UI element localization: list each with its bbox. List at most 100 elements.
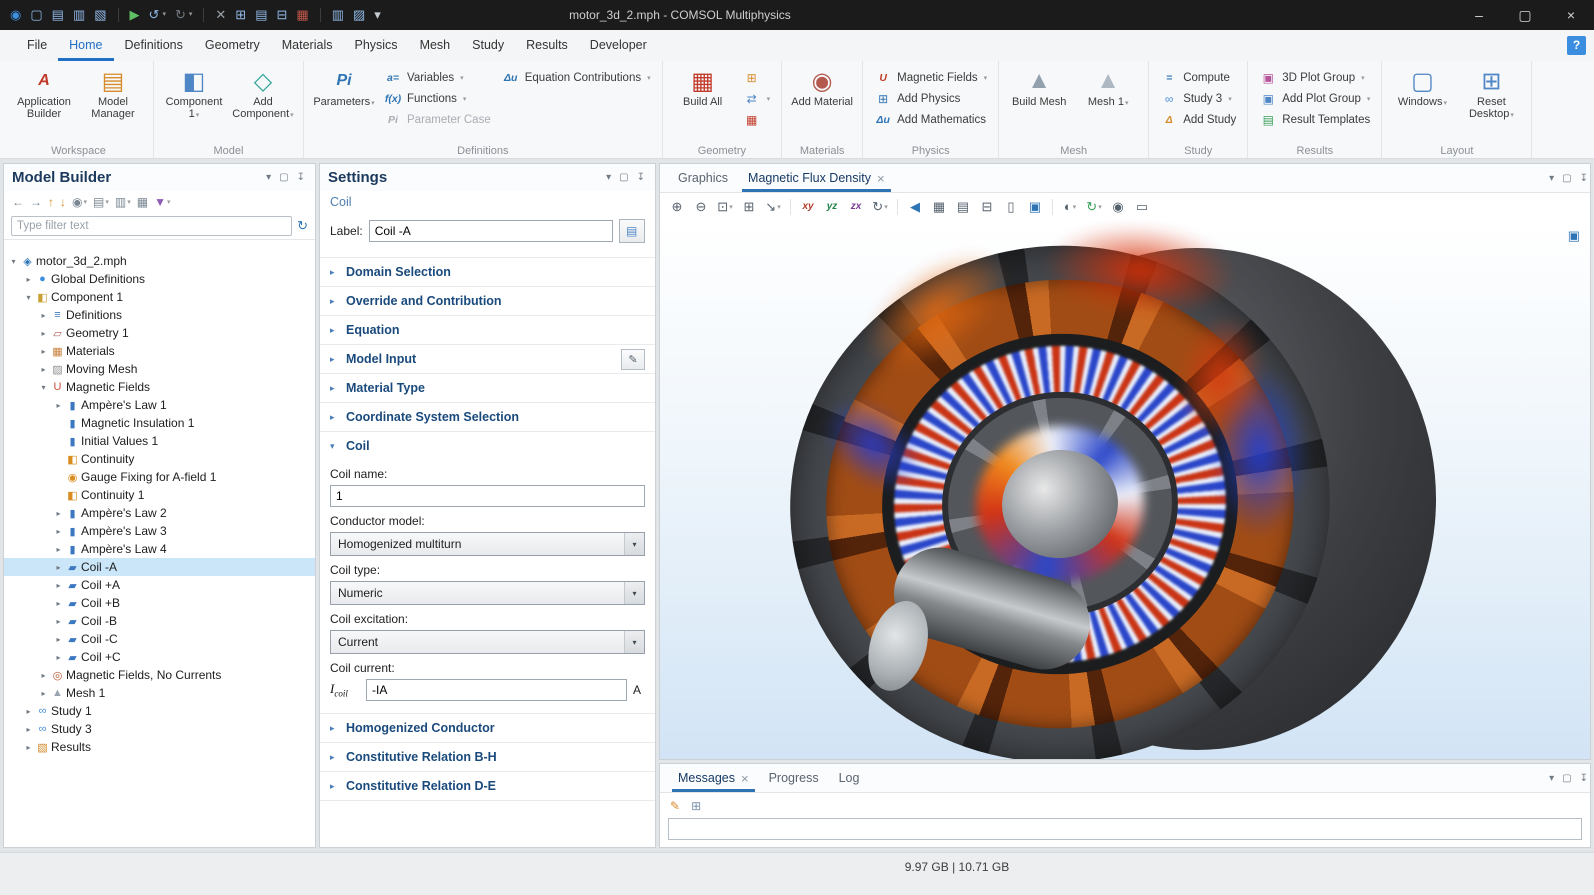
tree-item-initial-values-1[interactable]: ▮Initial Values 1 <box>4 432 315 450</box>
ribbon-button-model-manager[interactable]: ▤Model Manager <box>80 64 146 120</box>
ribbon-button-parameter-case[interactable]: PiParameter Case <box>380 109 495 130</box>
float-panel-icon[interactable]: ▢ <box>1562 773 1571 784</box>
tree-item-amp-re-s-law-4[interactable]: ▸▮Ampère's Law 4 <box>4 540 315 558</box>
rename-button[interactable]: ▤ <box>619 219 645 243</box>
cut-icon[interactable]: ✕ <box>215 0 226 30</box>
copy-icon[interactable]: ⊞ <box>235 0 246 30</box>
float-panel-icon[interactable]: ▢ <box>619 172 628 183</box>
tab-magnetic-flux-density[interactable]: Magnetic Flux Density× <box>738 165 895 192</box>
conductor-model-select[interactable]: Homogenized multiturn▾ <box>330 532 645 556</box>
tree-item-coil-c[interactable]: ▸▰Coil -C <box>4 630 315 648</box>
annotation-icon[interactable]: ▯ <box>1000 197 1022 217</box>
graphics-canvas[interactable]: ▣ <box>660 220 1590 759</box>
panel-menu-icon[interactable]: ▾ <box>1549 773 1554 784</box>
expander-icon[interactable]: ▾ <box>8 257 19 266</box>
tree-item-amp-re-s-law-1[interactable]: ▸▮Ampère's Law 1 <box>4 396 315 414</box>
expander-icon[interactable]: ▸ <box>53 563 64 572</box>
selection-color-icon[interactable]: ◀ <box>904 197 926 217</box>
tree-item-magnetic-fields-no-currents[interactable]: ▸◎Magnetic Fields, No Currents <box>4 666 315 684</box>
run-icon[interactable]: ▶ <box>130 0 140 30</box>
zoom-box-icon[interactable]: ⊡▾ <box>714 197 736 217</box>
view-xy-icon[interactable]: xy <box>797 197 819 217</box>
menu-mesh[interactable]: Mesh <box>409 30 462 61</box>
tree-item-coil-c[interactable]: ▸▰Coil +C <box>4 648 315 666</box>
ribbon-button-variables[interactable]: a=Variables▾ <box>380 67 495 88</box>
insert-sequence-icon[interactable]: ⊞ <box>739 67 775 88</box>
plot-in-table-icon[interactable]: ⊟ <box>976 197 998 217</box>
coil-excitation-select[interactable]: Current▾ <box>330 630 645 654</box>
expander-icon[interactable]: ▸ <box>53 599 64 608</box>
update-plot-icon[interactable]: ↻▾ <box>1083 197 1105 217</box>
expander-icon[interactable]: ▸ <box>23 725 34 734</box>
lock-axes-icon[interactable]: ▣ <box>1024 197 1046 217</box>
coil-type-select[interactable]: Numeric▾ <box>330 581 645 605</box>
redo-icon[interactable]: ↻▾ <box>175 0 192 30</box>
paste-icon[interactable]: ▤ <box>255 0 267 30</box>
tree-item-global-definitions[interactable]: ▸●Global Definitions <box>4 270 315 288</box>
expander-icon[interactable]: ▸ <box>38 329 49 338</box>
expander-icon[interactable]: ▸ <box>38 365 49 374</box>
delete-icon[interactable]: ▦ <box>296 0 308 30</box>
zoom-extents-icon[interactable]: ⊞ <box>738 197 760 217</box>
expander-icon[interactable]: ▸ <box>53 581 64 590</box>
expander-icon[interactable]: ▸ <box>23 275 34 284</box>
expander-icon[interactable]: ▸ <box>53 653 64 662</box>
show-icon[interactable]: ◉▾ <box>71 195 88 209</box>
section-header-domain-selection[interactable]: ▸Domain Selection <box>320 257 655 286</box>
delete-sequence-icon[interactable]: ▦ <box>739 109 775 130</box>
coil-name-input[interactable] <box>330 485 645 507</box>
tree-item-coil-a[interactable]: ▸▰Coil -A <box>4 558 315 576</box>
tree-item-moving-mesh[interactable]: ▸▨Moving Mesh <box>4 360 315 378</box>
copy-log-icon[interactable]: ⊞ <box>690 799 702 813</box>
ribbon-button-result-templates[interactable]: ▤Result Templates <box>1255 109 1374 130</box>
menu-physics[interactable]: Physics <box>343 30 408 61</box>
ribbon-button-component-1[interactable]: ◧Component 1▾ <box>161 64 227 122</box>
ribbon-button-add-component[interactable]: ◇Add Component▾ <box>230 64 296 122</box>
expander-icon[interactable]: ▸ <box>53 635 64 644</box>
float-panel-icon[interactable]: ▢ <box>279 172 288 183</box>
image-to-table-icon[interactable]: ▤ <box>952 197 974 217</box>
ribbon-button-windows[interactable]: ▢Windows▾ <box>1389 64 1455 110</box>
cad-sync-icon[interactable]: ⇄▾ <box>739 88 775 109</box>
tree-item-amp-re-s-law-3[interactable]: ▸▮Ampère's Law 3 <box>4 522 315 540</box>
expander-icon[interactable]: ▸ <box>53 401 64 410</box>
help-button[interactable]: ? <box>1567 36 1586 55</box>
columns-icon[interactable]: ▦ <box>136 195 149 209</box>
section-header-coordinate-system-selection[interactable]: ▸Coordinate System Selection <box>320 402 655 431</box>
expander-icon[interactable]: ▸ <box>53 509 64 518</box>
tab-graphics[interactable]: Graphics <box>668 165 738 192</box>
menu-geometry[interactable]: Geometry <box>194 30 271 61</box>
comsol-logo[interactable]: ◉ <box>10 0 21 30</box>
grid-icon[interactable]: ▦ <box>928 197 950 217</box>
panel-menu-icon[interactable]: ▾ <box>606 172 611 183</box>
new-file-icon[interactable]: ▢ <box>30 0 42 30</box>
tree-item-study-3[interactable]: ▸∞Study 3 <box>4 720 315 738</box>
tree-item-results[interactable]: ▸▧Results <box>4 738 315 756</box>
collapse-tree-icon[interactable]: ▤▾ <box>92 195 110 209</box>
tree-item-geometry-1[interactable]: ▸▱Geometry 1 <box>4 324 315 342</box>
ribbon-button-magnetic-fields[interactable]: UMagnetic Fields▾ <box>870 67 991 88</box>
graphics-properties-icon[interactable]: ▣ <box>1568 228 1580 244</box>
menu-definitions[interactable]: Definitions <box>114 30 194 61</box>
zoom-out-icon[interactable]: ⊖ <box>690 197 712 217</box>
default-view-icon[interactable]: ↘▾ <box>762 197 784 217</box>
ribbon-button-parameters[interactable]: PiParameters▾ <box>311 64 377 110</box>
tree-item-mesh-1[interactable]: ▸▲Mesh 1 <box>4 684 315 702</box>
back-icon[interactable]: ← <box>11 195 25 209</box>
expander-icon[interactable]: ▾ <box>38 383 49 392</box>
section-header-material-type[interactable]: ▸Material Type <box>320 373 655 402</box>
preview-icon[interactable]: ▧ <box>94 0 106 30</box>
coil-current-input[interactable] <box>366 679 627 701</box>
section-header-equation[interactable]: ▸Equation <box>320 315 655 344</box>
ribbon-button-functions[interactable]: f(x)Functions▾ <box>380 88 495 109</box>
undo-icon[interactable]: ↺▾ <box>149 0 166 30</box>
tree-item-motor-3d-2-mph[interactable]: ▾◈motor_3d_2.mph <box>4 252 315 270</box>
ribbon-button-reset-desktop[interactable]: ⊞Reset Desktop▾ <box>1458 64 1524 122</box>
section-header-coil[interactable]: ▾Coil <box>320 431 655 460</box>
menu-home[interactable]: Home <box>58 30 113 61</box>
close-icon[interactable]: × <box>741 771 749 786</box>
ribbon-button-application-builder[interactable]: AApplication Builder <box>11 64 77 120</box>
duplicate-icon[interactable]: ⊟ <box>276 0 287 30</box>
expander-icon[interactable]: ▸ <box>53 545 64 554</box>
view-yz-icon[interactable]: yz <box>821 197 843 217</box>
